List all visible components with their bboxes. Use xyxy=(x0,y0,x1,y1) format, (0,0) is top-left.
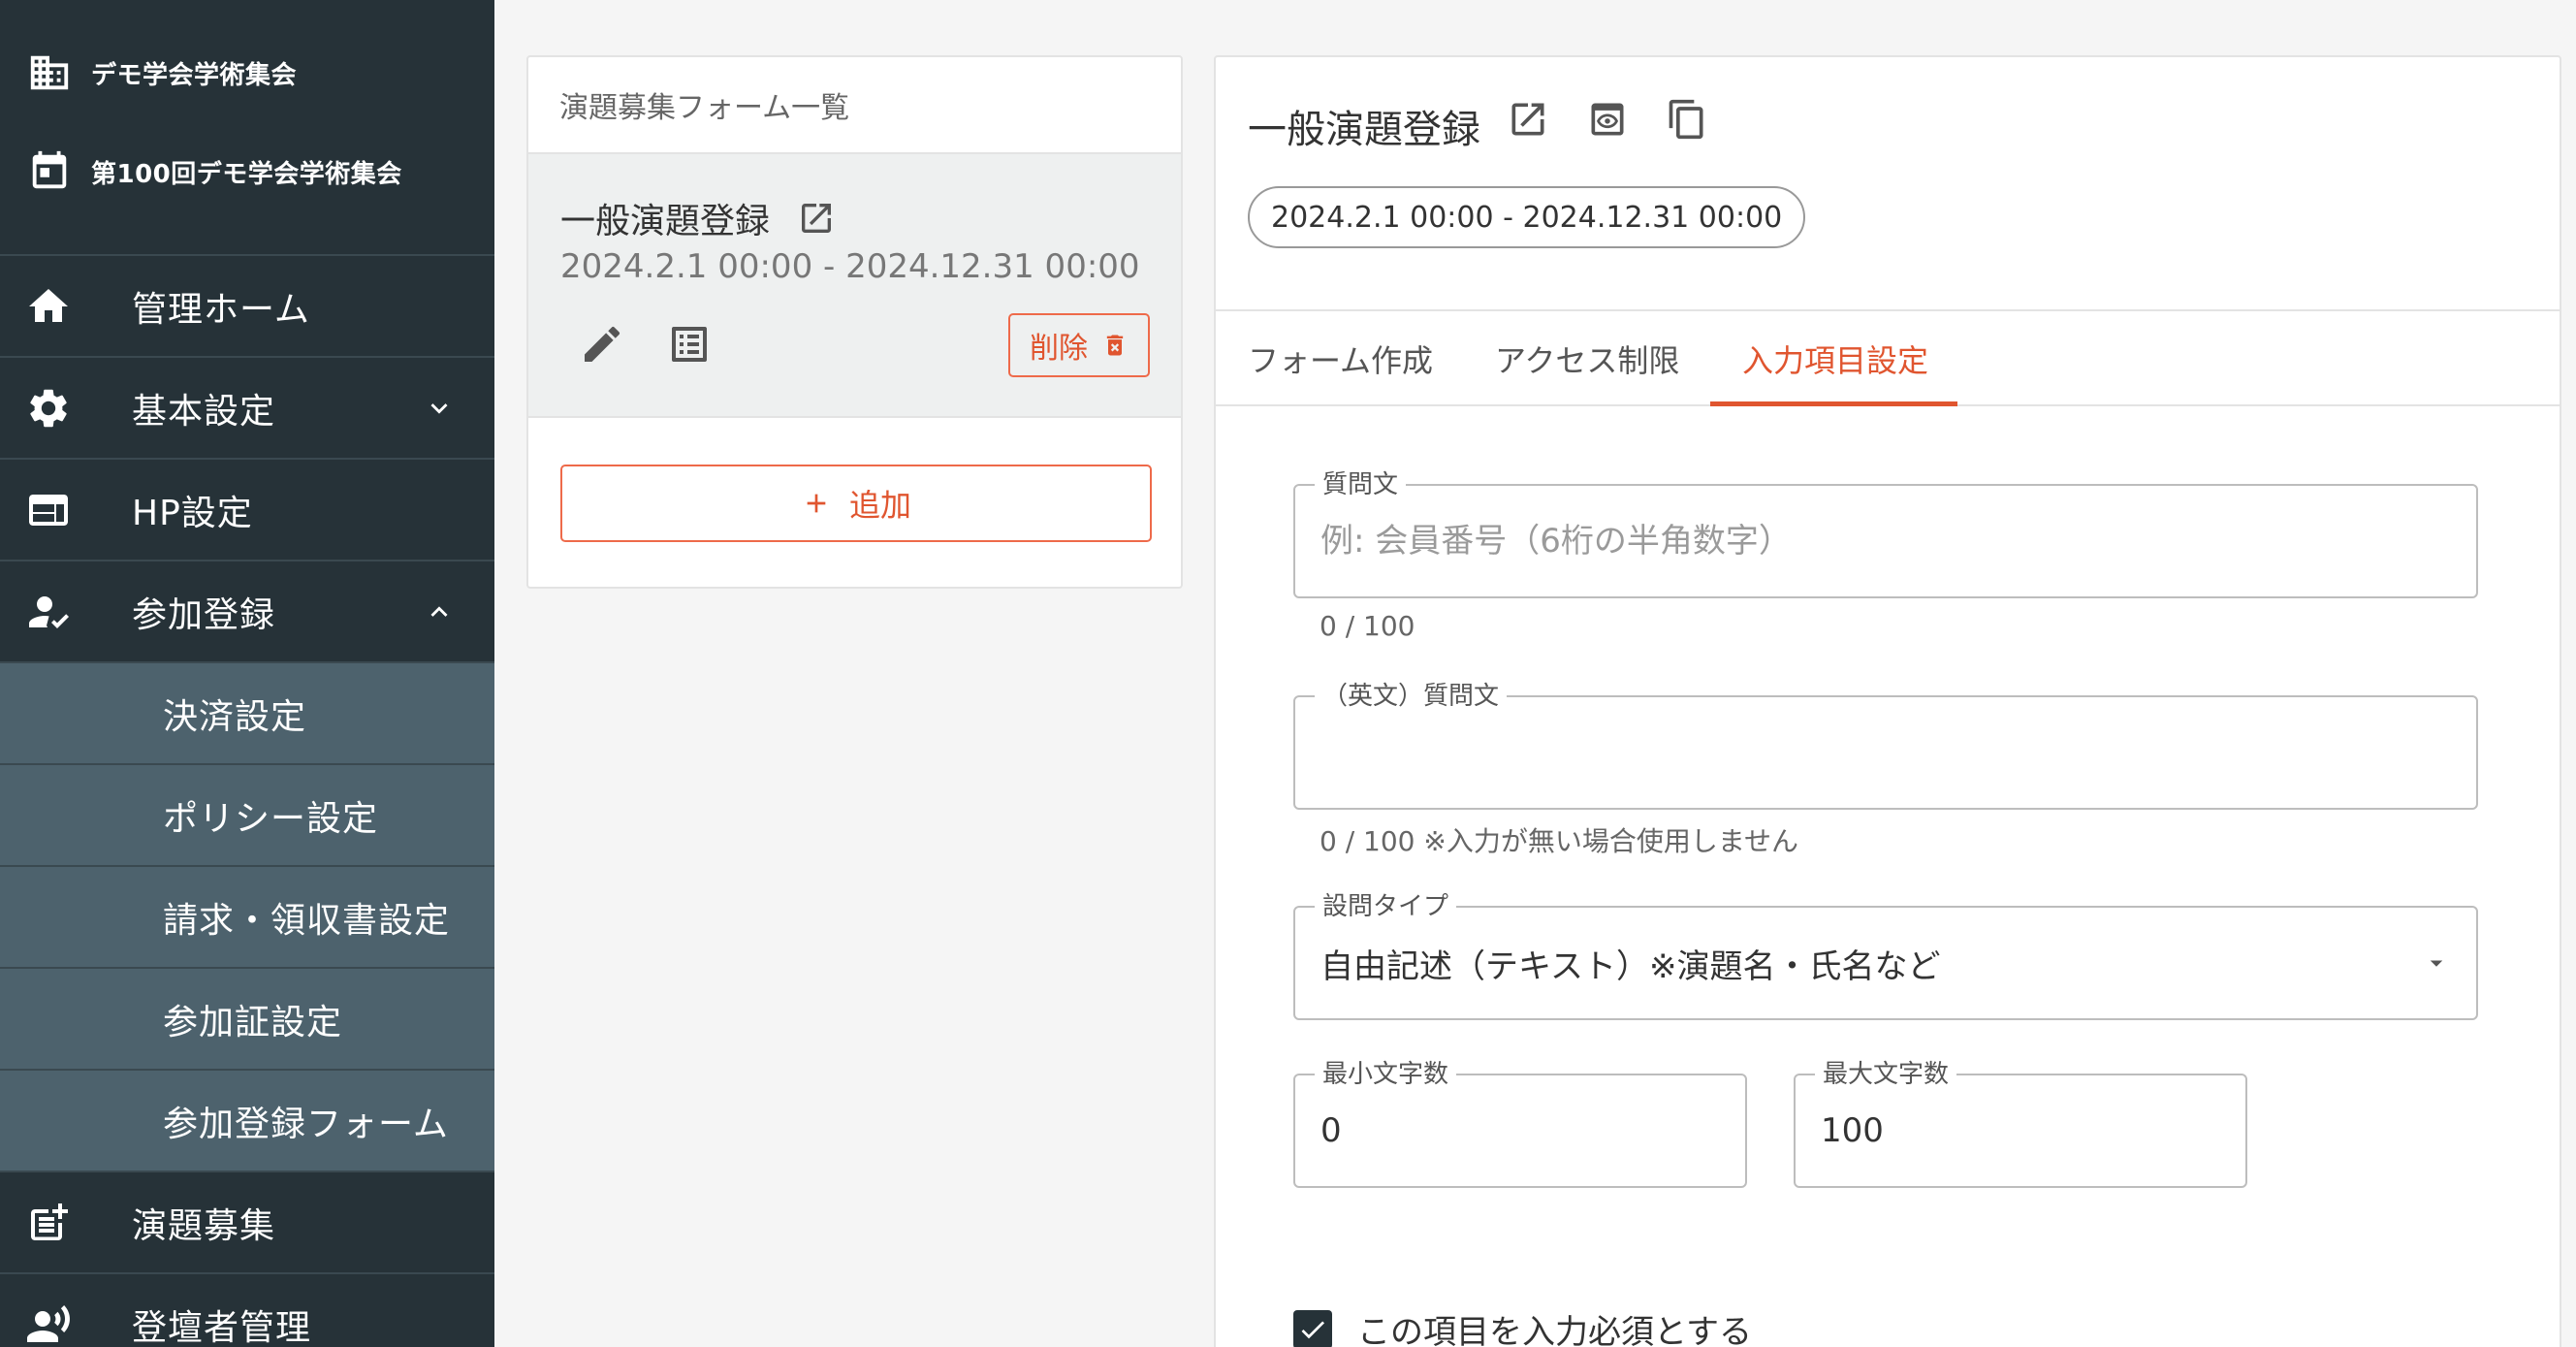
sidebar-item-abstracts[interactable]: 演題募集 xyxy=(0,1172,494,1274)
sidebar-item-label: 参加登録 xyxy=(132,594,276,635)
dropdown-arrow-icon xyxy=(2430,960,2443,967)
tab-input-fields[interactable]: 入力項目設定 xyxy=(1742,311,1928,406)
sidebar-item-certificate-settings[interactable]: 参加証設定 xyxy=(0,969,494,1071)
open-in-new-icon[interactable] xyxy=(1507,98,1549,141)
max-chars-field: 最大文字数 xyxy=(1794,1060,2247,1188)
open-in-new-icon[interactable] xyxy=(797,199,836,238)
add-form-button[interactable]: 追加 xyxy=(560,465,1152,542)
add-form-button-label: 追加 xyxy=(848,488,911,523)
person-check-icon xyxy=(29,595,69,628)
chevron-down-icon xyxy=(430,402,448,414)
sidebar-item-label: 基本設定 xyxy=(132,391,276,432)
form-list-panel: 演題募集フォーム一覧 一般演題登録 2024.2.1 00:00 - 2024.… xyxy=(526,55,1183,589)
detail-toolbar xyxy=(1507,98,1708,141)
org-name: デモ学会学術集会 xyxy=(91,60,298,90)
calendar-icon xyxy=(32,150,67,189)
building-icon xyxy=(30,55,69,90)
sidebar: デモ学会学術集会 第100回デモ学会学術集会 管理ホーム 基本設定 HP設定 参… xyxy=(0,0,494,1347)
sidebar-item-hp-settings[interactable]: HP設定 xyxy=(0,460,494,561)
org-block: デモ学会学術集会 第100回デモ学会学術集会 xyxy=(0,0,494,256)
sidebar-item-label: ポリシー設定 xyxy=(163,798,379,839)
sidebar-item-registration-form[interactable]: 参加登録フォーム xyxy=(0,1071,494,1172)
edit-pencil-icon[interactable] xyxy=(579,321,625,368)
sidebar-item-label: 演題募集 xyxy=(132,1205,276,1246)
form-detail-panel: 一般演題登録 2024.2.1 00:00 - 2024.12.31 00:00… xyxy=(1214,55,2561,1347)
gear-icon xyxy=(30,389,67,427)
sidebar-item-registration[interactable]: 参加登録 xyxy=(0,561,494,663)
sidebar-item-invoice-settings[interactable]: 請求・領収書設定 xyxy=(0,867,494,969)
list-alt-icon[interactable] xyxy=(666,321,713,368)
delete-button-label: 削除 xyxy=(1030,333,1088,365)
sidebar-item-label: 管理ホーム xyxy=(132,289,310,330)
org-name-row[interactable]: デモ学会学術集会 xyxy=(0,39,494,107)
form-list-item-title: 一般演題登録 xyxy=(560,202,771,241)
tab-access-restriction[interactable]: アクセス制限 xyxy=(1495,311,1679,406)
trash-icon xyxy=(1106,335,1124,356)
form-list-item-actions xyxy=(579,321,713,368)
question-input[interactable] xyxy=(1320,486,2384,596)
form-list-item[interactable]: 一般演題登録 2024.2.1 00:00 - 2024.12.31 00:00… xyxy=(528,154,1181,418)
form-list-header: 演題募集フォーム一覧 xyxy=(528,57,1181,154)
speaker-people-icon xyxy=(27,1304,70,1342)
detail-title: 一般演題登録 xyxy=(1248,108,1480,152)
tab-bar: フォーム作成 アクセス制限 入力項目設定 xyxy=(1216,309,2560,406)
plus-icon xyxy=(807,494,826,513)
sidebar-item-admin-home[interactable]: 管理ホーム xyxy=(0,256,494,358)
sidebar-item-label: 参加証設定 xyxy=(163,1002,343,1042)
question-en-input[interactable] xyxy=(1320,697,2384,808)
sidebar-item-speakers[interactable]: 登壇者管理 xyxy=(0,1274,494,1347)
chevron-up-icon xyxy=(430,605,448,617)
event-name-row[interactable]: 第100回デモ学会学術集会 xyxy=(0,138,494,206)
preview-eye-icon[interactable] xyxy=(1586,98,1629,141)
sidebar-item-label: 登壇者管理 xyxy=(132,1307,312,1347)
delete-button[interactable]: 削除 xyxy=(1008,313,1150,377)
sidebar-item-payment-settings[interactable]: 決済設定 xyxy=(0,663,494,765)
form-list-item-title-row: 一般演題登録 xyxy=(560,193,836,243)
app-root: デモ学会学術集会 第100回デモ学会学術集会 管理ホーム 基本設定 HP設定 参… xyxy=(0,0,2576,1347)
question-counter: 0 / 100 xyxy=(1320,610,1415,642)
min-chars-input[interactable] xyxy=(1320,1075,1726,1186)
sidebar-item-label: 参加登録フォーム xyxy=(163,1104,449,1144)
required-checkbox[interactable] xyxy=(1293,1309,1332,1347)
question-en-counter: 0 / 100 ※入力が無い場合使用しません xyxy=(1320,825,1799,857)
event-name: 第100回デモ学会学術集会 xyxy=(91,159,402,189)
question-type-select[interactable]: 設問タイプ 自由記述（テキスト）※演題名・氏名など xyxy=(1293,892,2478,1020)
copy-icon[interactable] xyxy=(1666,98,1708,141)
sidebar-item-policy-settings[interactable]: ポリシー設定 xyxy=(0,765,494,867)
sidebar-item-label: HP設定 xyxy=(132,493,253,533)
date-range-chip: 2024.2.1 00:00 - 2024.12.31 00:00 xyxy=(1248,186,1806,248)
question-en-field: （英文）質問文 xyxy=(1293,682,2478,810)
check-icon xyxy=(1301,1320,1324,1338)
min-chars-field: 最小文字数 xyxy=(1293,1060,1747,1188)
home-icon xyxy=(29,288,68,322)
max-chars-input[interactable] xyxy=(1821,1075,2226,1186)
tab-form-create[interactable]: フォーム作成 xyxy=(1248,311,1433,406)
post-add-icon xyxy=(31,1203,68,1240)
form-list-item-date: 2024.2.1 00:00 - 2024.12.31 00:00 xyxy=(560,247,1140,286)
sidebar-item-basic-settings[interactable]: 基本設定 xyxy=(0,358,494,460)
web-layout-icon xyxy=(29,494,68,526)
sidebar-item-label: 決済設定 xyxy=(163,696,307,737)
required-checkbox-label: この項目を入力必須とする xyxy=(1357,1313,1752,1347)
sidebar-item-label: 請求・領収書設定 xyxy=(163,900,451,941)
question-field: 質問文 xyxy=(1293,470,2478,598)
active-tab-indicator xyxy=(1710,401,1957,406)
required-checkbox-row[interactable]: この項目を入力必須とする xyxy=(1293,1305,1752,1347)
question-type-value: 自由記述（テキスト）※演題名・氏名など xyxy=(1320,946,1941,986)
